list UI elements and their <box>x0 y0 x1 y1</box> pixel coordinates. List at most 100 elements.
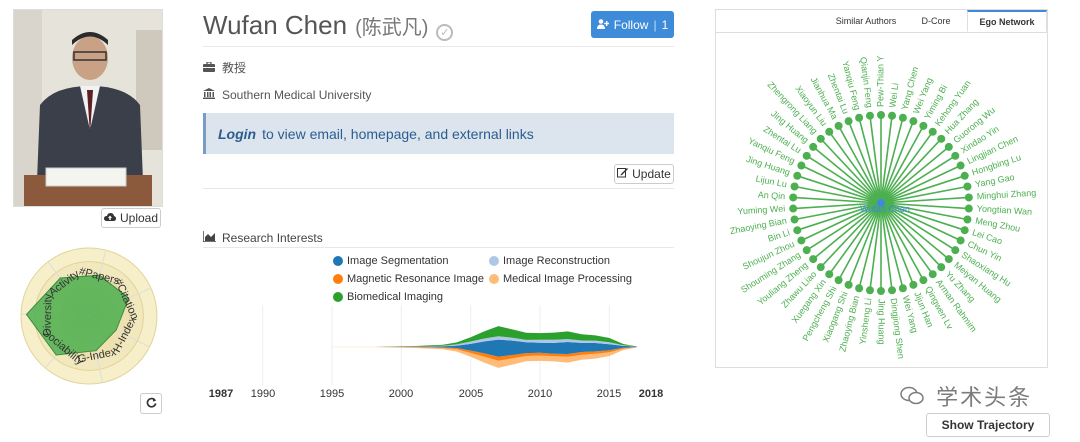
ego-node[interactable] <box>928 270 937 279</box>
divider <box>203 188 674 189</box>
ego-node[interactable] <box>844 280 853 289</box>
ego-node[interactable] <box>797 161 806 170</box>
ego-node[interactable] <box>816 263 825 272</box>
legend-item[interactable]: Biomedical Imaging <box>333 291 443 303</box>
ego-node[interactable] <box>937 263 946 272</box>
ego-node[interactable] <box>960 226 969 235</box>
upload-label: Upload <box>119 211 159 225</box>
ego-node[interactable] <box>937 134 946 143</box>
ego-node-label[interactable]: Yuming Wei <box>737 203 785 216</box>
legend-label: Biomedical Imaging <box>347 291 443 303</box>
ego-node[interactable] <box>963 182 972 191</box>
radar-axis-label: Diversity <box>42 293 55 336</box>
ego-node[interactable] <box>898 113 907 122</box>
upload-button[interactable]: Upload <box>101 208 161 228</box>
ego-node[interactable] <box>816 134 825 143</box>
follow-label: Follow <box>613 17 649 32</box>
verified-check-icon: ✓ <box>436 24 454 41</box>
ego-node[interactable] <box>963 215 972 224</box>
edit-icon <box>617 167 629 181</box>
ego-node[interactable] <box>809 142 818 151</box>
legend-item[interactable]: Image Reconstruction <box>489 255 610 267</box>
tab-d-core[interactable]: D-Core <box>911 10 961 32</box>
ego-node[interactable] <box>789 204 798 213</box>
axis-tick-label: 1990 <box>250 388 276 400</box>
login-notice-text: to view email, homepage, and external li… <box>262 125 534 142</box>
area-chart-icon <box>202 231 216 245</box>
legend-label: Magnetic Resonance Image <box>347 273 484 285</box>
ego-node[interactable] <box>928 127 937 136</box>
profile-photo <box>13 9 163 207</box>
ego-node[interactable] <box>951 246 960 255</box>
ego-node-label[interactable]: Minghui Zhang <box>976 188 1036 202</box>
ego-node[interactable] <box>802 246 811 255</box>
ego-node[interactable] <box>909 280 918 289</box>
timeline-axis: 1987 1990 1995 2000 2005 2010 2015 2018 <box>0 388 700 404</box>
login-link[interactable]: Login <box>218 126 256 142</box>
ego-node[interactable] <box>865 286 874 295</box>
research-streamgraph <box>262 305 638 385</box>
axis-tick-label: 2015 <box>596 388 622 400</box>
show-trajectory-button[interactable]: Show Trajectory <box>926 413 1050 437</box>
ego-node[interactable] <box>956 236 965 245</box>
ego-node[interactable] <box>951 151 960 160</box>
ego-node[interactable] <box>877 287 885 295</box>
ego-node[interactable] <box>919 121 928 130</box>
add-user-icon <box>596 18 609 32</box>
legend-swatch <box>333 256 343 266</box>
ego-node[interactable] <box>964 193 973 202</box>
ego-node[interactable] <box>855 284 864 293</box>
axis-tick-label: 2010 <box>527 388 553 400</box>
login-notice: Login to view email, homepage, and exter… <box>203 113 674 154</box>
legend-item[interactable]: Medical Image Processing <box>489 273 632 285</box>
ego-node[interactable] <box>865 111 874 120</box>
tab-ego-network[interactable]: Ego Network <box>967 10 1047 32</box>
ego-node-label[interactable]: Jing Huang <box>877 299 887 345</box>
ego-node[interactable] <box>944 142 953 151</box>
ego-node[interactable] <box>944 255 953 264</box>
ego-node[interactable] <box>888 286 897 295</box>
ego-node[interactable] <box>909 117 918 126</box>
ego-node[interactable] <box>834 121 843 130</box>
author-name-cn: (陈武凡) <box>355 17 429 39</box>
ego-node[interactable] <box>919 276 928 285</box>
ego-node-label[interactable]: Pew-Thian Y <box>875 56 885 107</box>
ego-node-label[interactable]: Wei Li <box>887 82 900 108</box>
ego-node[interactable] <box>956 161 965 170</box>
ego-node[interactable] <box>960 171 969 180</box>
ego-node[interactable] <box>964 204 973 213</box>
radar-chart: #Papers#CitationH-IndexG-IndexSociabilit… <box>20 247 158 385</box>
ego-node[interactable] <box>834 276 843 285</box>
tab-similar-authors[interactable]: Similar Authors <box>826 10 906 32</box>
ego-network-panel: Similar Authors D-Core Ego Network Pew-T… <box>715 9 1048 368</box>
legend-item[interactable]: Magnetic Resonance Image <box>333 273 484 285</box>
ego-node[interactable] <box>790 182 799 191</box>
ego-node-label[interactable]: Yinsheng Li <box>858 298 874 346</box>
update-label: Update <box>632 167 671 181</box>
legend-item[interactable]: Image Segmentation <box>333 255 449 267</box>
ego-node-label[interactable]: An Qin <box>757 190 785 202</box>
update-button[interactable]: Update <box>614 164 674 184</box>
institution-icon <box>203 88 215 102</box>
ego-node[interactable] <box>797 236 806 245</box>
ego-node[interactable] <box>825 270 834 279</box>
ego-node[interactable] <box>793 226 802 235</box>
ego-node[interactable] <box>825 127 834 136</box>
ego-node[interactable] <box>809 255 818 264</box>
ego-node[interactable] <box>888 111 897 120</box>
research-interests-title: Research Interests <box>222 231 323 245</box>
ego-node[interactable] <box>855 113 864 122</box>
ego-node-label[interactable]: Lijun Lu <box>755 174 788 190</box>
ego-node[interactable] <box>898 284 907 293</box>
ego-node[interactable] <box>802 151 811 160</box>
ego-node[interactable] <box>844 117 853 126</box>
ego-node[interactable] <box>877 111 885 119</box>
ego-node-label[interactable]: Yongtian Wan <box>977 203 1033 216</box>
ego-center-label: Wufan Chen <box>860 204 910 214</box>
ego-node[interactable] <box>793 171 802 180</box>
follow-button[interactable]: Follow | 1 <box>591 11 674 38</box>
ego-node[interactable] <box>789 193 798 202</box>
ego-node[interactable] <box>790 215 799 224</box>
title-row: 教授 <box>203 59 246 76</box>
divider <box>203 46 674 47</box>
